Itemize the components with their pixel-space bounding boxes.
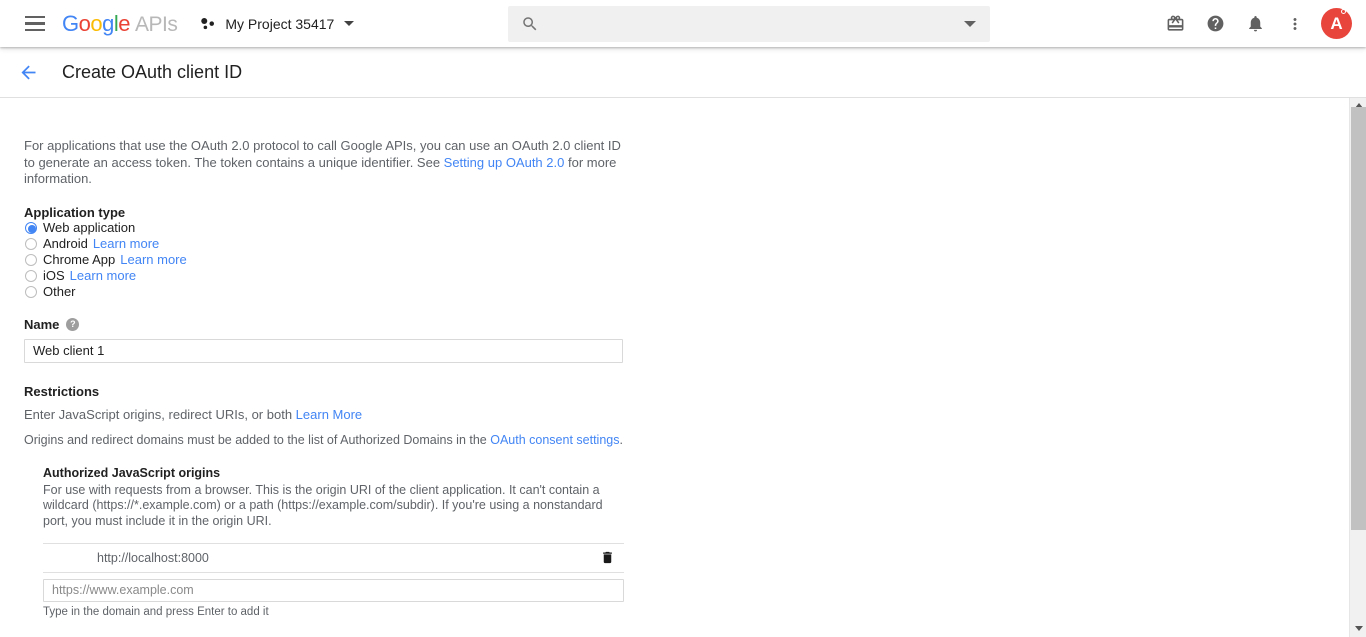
search-dropdown-caret-icon[interactable] (964, 21, 976, 27)
global-search-bar[interactable] (508, 6, 990, 42)
name-help-icon[interactable]: ? (66, 318, 79, 331)
back-button[interactable] (16, 60, 40, 84)
radio-icon[interactable] (25, 238, 37, 250)
more-vert-icon (1286, 15, 1304, 33)
search-input[interactable] (549, 6, 964, 42)
restrictions-section: Restrictions Enter JavaScript origins, r… (24, 384, 1349, 637)
radio-label: Web application (43, 220, 135, 235)
avatar-ring-decoration (1341, 9, 1346, 14)
radio-android[interactable]: Android Learn more (24, 236, 1349, 252)
restrictions-line2: Origins and redirect domains must be add… (24, 433, 1349, 447)
origins-block: Authorized JavaScript origins For use wi… (43, 466, 1349, 637)
project-selector[interactable]: My Project 35417 (199, 15, 354, 33)
logo-letter: e (118, 11, 130, 37)
logo-letter: G (62, 11, 79, 37)
radio-label: iOS (43, 268, 65, 283)
radio-label: Chrome App (43, 252, 115, 267)
logo-apis-text: APIs (135, 13, 177, 37)
project-name: My Project 35417 (225, 16, 334, 32)
restrictions-line1: Enter JavaScript origins, redirect URIs,… (24, 407, 1349, 422)
radio-icon[interactable] (25, 254, 37, 266)
project-dots-icon (199, 15, 217, 33)
account-avatar[interactable]: A (1321, 8, 1352, 39)
restrictions-line2-text: Origins and redirect domains must be add… (24, 433, 490, 447)
js-origins-section: Authorized JavaScript origins For use wi… (43, 466, 1349, 530)
radio-ios[interactable]: iOS Learn more (24, 268, 1349, 284)
scroll-down-icon (1355, 626, 1363, 631)
page-title-bar: Create OAuth client ID (0, 47, 1366, 98)
origin-entry-row: http://localhost:8000 (43, 543, 624, 573)
google-apis-logo[interactable]: Google APIs (62, 11, 177, 37)
restrictions-label: Restrictions (24, 384, 1349, 399)
radio-selected-icon[interactable] (25, 222, 37, 234)
logo-letter: o (90, 11, 102, 37)
app-header: Google APIs My Project 35417 (0, 0, 1366, 47)
gift-button[interactable] (1155, 4, 1195, 44)
arrow-back-icon (18, 62, 39, 83)
name-label-row: Name ? (24, 317, 1349, 332)
main-content: For applications that use the OAuth 2.0 … (0, 98, 1349, 637)
application-type-section: Application type Web application Android… (24, 205, 1349, 300)
avatar-letter: A (1330, 14, 1342, 34)
vertical-scrollbar[interactable] (1349, 98, 1366, 637)
help-button[interactable] (1195, 4, 1235, 44)
radio-chrome-app[interactable]: Chrome App Learn more (24, 252, 1349, 268)
ios-learn-more-link[interactable]: Learn more (70, 268, 136, 283)
restrictions-line2-suffix: . (619, 433, 622, 447)
search-icon (521, 15, 539, 33)
origin-input-helper: Type in the domain and press Enter to ad… (43, 606, 1349, 618)
js-origins-label: Authorized JavaScript origins (43, 466, 1349, 480)
client-name-input[interactable] (24, 339, 623, 363)
setting-up-oauth-link[interactable]: Setting up OAuth 2.0 (444, 155, 565, 170)
application-type-label: Application type (24, 205, 1349, 220)
page-title: Create OAuth client ID (62, 62, 242, 83)
more-options-button[interactable] (1275, 4, 1315, 44)
bell-icon (1246, 14, 1265, 33)
radio-web-application[interactable]: Web application (24, 220, 1349, 236)
help-icon (1206, 14, 1225, 33)
radio-label: Android (43, 236, 88, 251)
header-actions: A (1155, 0, 1358, 47)
gift-icon (1166, 14, 1185, 33)
logo-letter: o (79, 11, 91, 37)
js-origins-description: For use with requests from a browser. Th… (43, 483, 624, 530)
delete-origin-button[interactable] (599, 550, 615, 566)
hamburger-menu-icon[interactable] (14, 8, 56, 40)
logo-letter: g (102, 11, 114, 37)
trash-icon (600, 550, 615, 565)
restrictions-learn-more-link[interactable]: Learn More (296, 407, 362, 422)
radio-icon[interactable] (25, 286, 37, 298)
android-learn-more-link[interactable]: Learn more (93, 236, 159, 251)
add-origin-input[interactable] (43, 579, 624, 602)
restrictions-line1-text: Enter JavaScript origins, redirect URIs,… (24, 407, 296, 422)
name-label: Name (24, 317, 59, 332)
scroll-down-button[interactable] (1350, 621, 1366, 635)
radio-other[interactable]: Other (24, 284, 1349, 300)
scrollbar-thumb[interactable] (1351, 107, 1366, 530)
oauth-consent-settings-link[interactable]: OAuth consent settings (490, 433, 619, 447)
chrome-app-learn-more-link[interactable]: Learn more (120, 252, 186, 267)
notifications-button[interactable] (1235, 4, 1275, 44)
intro-paragraph: For applications that use the OAuth 2.0 … (24, 138, 628, 188)
chevron-down-icon (344, 21, 354, 26)
radio-label: Other (43, 284, 76, 299)
origin-entry-url: http://localhost:8000 (97, 551, 209, 565)
radio-icon[interactable] (25, 270, 37, 282)
